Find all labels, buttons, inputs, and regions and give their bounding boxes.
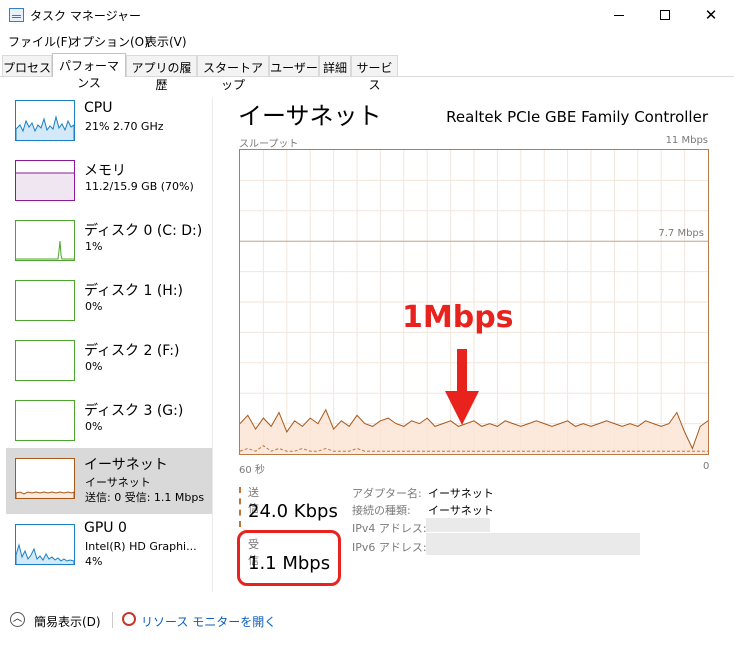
ethernet-thumbnail bbox=[15, 458, 75, 499]
sidebar-item-label: イーサネット bbox=[84, 457, 168, 473]
sidebar-item-detail: イーサネット bbox=[85, 476, 151, 489]
tab-users[interactable]: ユーザー bbox=[269, 55, 319, 76]
sidebar-item-detail: 11.2/15.9 GB (70%) bbox=[85, 180, 194, 193]
footer-divider bbox=[112, 612, 113, 628]
minimize-button[interactable] bbox=[596, 0, 642, 30]
send-legend-line bbox=[239, 487, 241, 527]
tab-strip: プロセス パフォーマンス アプリの履歴 スタートアップ ユーザー 詳細 サービス bbox=[0, 53, 734, 92]
disk1-thumbnail bbox=[15, 280, 75, 321]
disk3-thumbnail bbox=[15, 400, 75, 441]
disk2-thumbnail bbox=[15, 340, 75, 381]
sidebar-item-disk2[interactable]: ディスク 2 (F:) 0% bbox=[6, 334, 212, 398]
tab-performance[interactable]: パフォーマンス bbox=[52, 53, 126, 90]
tab-processes[interactable]: プロセス bbox=[2, 55, 52, 76]
gpu-thumbnail bbox=[15, 524, 75, 565]
x-start-label: 60 秒 bbox=[239, 465, 265, 476]
menu-view[interactable]: 表示(V) bbox=[145, 33, 187, 50]
minimize-icon bbox=[614, 14, 624, 16]
info-ipv4: IPv4 アドレス: bbox=[352, 520, 427, 536]
task-manager-icon bbox=[9, 8, 24, 22]
annotation-label: 1Mbps bbox=[402, 300, 514, 335]
device-name: Realtek PCIe GBE Family Controller bbox=[446, 108, 708, 126]
cpu-thumbnail bbox=[15, 100, 75, 141]
chevron-up-icon[interactable]: ︿ bbox=[10, 612, 25, 627]
sidebar-item-detail: Intel(R) HD Graphi... bbox=[85, 540, 197, 553]
sidebar-item-label: GPU 0 bbox=[84, 520, 127, 536]
sidebar-divider bbox=[212, 98, 213, 592]
sidebar-item-detail: 1% bbox=[85, 240, 103, 253]
sidebar-item-detail-2: 送信: 0 受信: 1.1 Mbps bbox=[85, 491, 205, 504]
menu-bar: ファイル(F) オプション(O) 表示(V) bbox=[0, 30, 734, 52]
sidebar-item-label: ディスク 0 (C: D:) bbox=[84, 223, 203, 239]
y-max-label: 11 Mbps bbox=[665, 135, 708, 146]
title-bar: タスク マネージャー ✕ bbox=[0, 0, 734, 30]
info-adapter: アダプター名: bbox=[352, 485, 422, 501]
ipv6-redacted bbox=[426, 533, 640, 555]
page-title: イーサネット bbox=[238, 102, 382, 130]
send-value: 24.0 Kbps bbox=[248, 501, 338, 522]
adapter-value: イーサネット bbox=[428, 487, 494, 500]
tab-services[interactable]: サービス bbox=[351, 55, 398, 92]
ipv4-key: IPv4 アドレス: bbox=[352, 522, 427, 535]
maximize-icon bbox=[660, 10, 670, 20]
sidebar-item-detail: 0% bbox=[85, 420, 103, 433]
tab-startup[interactable]: スタートアップ bbox=[197, 55, 269, 92]
highlight-box bbox=[237, 530, 341, 586]
info-connection: 接続の種類: bbox=[352, 502, 411, 518]
disk0-thumbnail bbox=[15, 220, 75, 261]
ipv4-redacted bbox=[426, 518, 490, 532]
tab-app-history[interactable]: アプリの履歴 bbox=[126, 55, 197, 92]
sidebar-item-label: CPU bbox=[84, 100, 113, 116]
ipv6-key: IPv6 アドレス: bbox=[352, 541, 427, 554]
close-icon: ✕ bbox=[704, 5, 718, 24]
window-title: タスク マネージャー bbox=[30, 9, 141, 23]
sidebar-item-label: ディスク 1 (H:) bbox=[84, 283, 183, 299]
close-button[interactable]: ✕ bbox=[688, 0, 734, 30]
memory-thumbnail bbox=[15, 160, 75, 201]
tab-details[interactable]: 詳細 bbox=[319, 55, 351, 76]
adapter-key: アダプター名: bbox=[352, 487, 422, 500]
menu-options[interactable]: オプション(O) bbox=[70, 33, 149, 50]
footer: ︿ 簡易表示(D) リソース モニターを開く bbox=[0, 608, 734, 646]
sidebar-item-detail: 0% bbox=[85, 300, 103, 313]
throughput-label: スループット bbox=[239, 139, 299, 150]
y-mid-label: 7.7 Mbps bbox=[658, 228, 704, 239]
x-end-label: 0 bbox=[703, 461, 710, 472]
sidebar-item-label: ディスク 3 (G:) bbox=[84, 403, 184, 419]
sidebar-item-gpu[interactable]: GPU 0 Intel(R) HD Graphi... 4% bbox=[6, 514, 212, 584]
open-resource-monitor-link[interactable]: リソース モニターを開く bbox=[141, 613, 276, 630]
sidebar-item-label: ディスク 2 (F:) bbox=[84, 343, 180, 359]
resource-sidebar: CPU 21% 2.70 GHz メモリ 11.2/15.9 GB (70%) … bbox=[0, 90, 212, 600]
connection-key: 接続の種類: bbox=[352, 504, 411, 517]
info-ipv6: IPv6 アドレス: bbox=[352, 539, 427, 555]
fewer-details-button[interactable]: 簡易表示(D) bbox=[34, 613, 101, 630]
connection-value: イーサネット bbox=[428, 504, 494, 517]
sidebar-item-detail: 21% 2.70 GHz bbox=[85, 120, 164, 133]
sidebar-item-ethernet[interactable]: イーサネット イーサネット 送信: 0 受信: 1.1 Mbps bbox=[6, 448, 212, 514]
sidebar-item-disk1[interactable]: ディスク 1 (H:) 0% bbox=[6, 274, 212, 338]
sidebar-item-detail-2: 4% bbox=[85, 555, 103, 568]
sidebar-item-memory[interactable]: メモリ 11.2/15.9 GB (70%) bbox=[6, 154, 212, 218]
sidebar-item-detail: 0% bbox=[85, 360, 103, 373]
resource-monitor-icon bbox=[122, 612, 136, 626]
sidebar-item-cpu[interactable]: CPU 21% 2.70 GHz bbox=[6, 94, 212, 158]
down-arrow-icon bbox=[445, 349, 479, 425]
maximize-button[interactable] bbox=[642, 0, 688, 30]
sidebar-item-disk0[interactable]: ディスク 0 (C: D:) 1% bbox=[6, 214, 212, 278]
menu-file[interactable]: ファイル(F) bbox=[8, 33, 72, 50]
sidebar-item-label: メモリ bbox=[84, 163, 126, 179]
